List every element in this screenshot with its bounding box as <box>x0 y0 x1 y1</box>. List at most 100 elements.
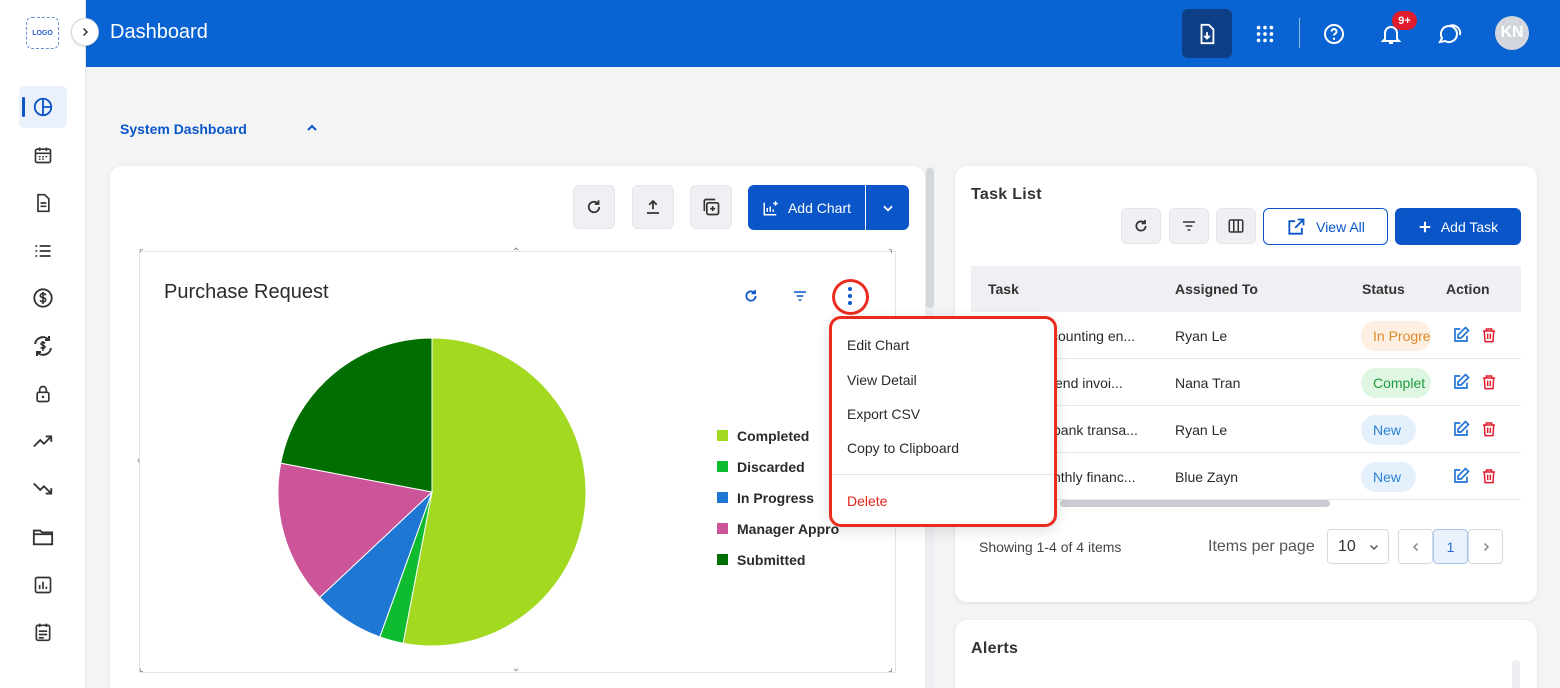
items-per-page-label: Items per page <box>1208 538 1315 555</box>
resize-handle-n[interactable]: ⌃ <box>512 248 520 258</box>
left-rail: LOGO <box>0 0 86 688</box>
refresh-icon <box>1135 220 1147 232</box>
refresh-charts-button[interactable] <box>573 185 615 229</box>
menu-item-view-detail[interactable]: View Detail <box>847 372 917 388</box>
resize-handle-s[interactable]: ⌄ <box>512 664 520 674</box>
trending-up-icon <box>33 435 53 448</box>
refresh-icon <box>745 290 757 302</box>
delete-task-button[interactable] <box>1481 326 1497 347</box>
alerts-title: Alerts <box>971 640 1019 657</box>
list-icon <box>35 245 51 257</box>
task-filter-button[interactable] <box>1169 208 1209 244</box>
download-button[interactable] <box>1182 9 1232 58</box>
external-link-icon <box>1288 218 1305 235</box>
widget-filter-button[interactable] <box>790 287 810 305</box>
rail-item-growth[interactable] <box>19 420 67 462</box>
column-header-task[interactable]: Task <box>988 281 1019 297</box>
rail-item-dashboard[interactable] <box>19 86 67 128</box>
add-chart-icon <box>763 200 778 215</box>
menu-item-copy-clipboard[interactable]: Copy to Clipboard <box>847 440 959 456</box>
edit-task-button[interactable] <box>1452 467 1470 488</box>
resize-handle-nw[interactable]: ⌜ <box>139 250 144 260</box>
chevron-right-icon <box>1483 542 1489 551</box>
next-page-button[interactable] <box>1468 529 1503 564</box>
help-button[interactable] <box>1320 20 1348 48</box>
status-badge: Complet <box>1361 368 1431 398</box>
edit-icon <box>1454 467 1470 483</box>
legend-swatch <box>717 554 728 565</box>
resize-handle-ne[interactable]: ⌝ <box>888 250 893 260</box>
menu-item-edit-chart[interactable]: Edit Chart <box>847 337 909 353</box>
menu-divider <box>832 474 1054 475</box>
table-horizontal-scrollbar[interactable] <box>1060 500 1330 507</box>
legend-item[interactable]: Manager Appro <box>717 513 839 544</box>
filter-icon <box>1183 221 1195 231</box>
delete-task-button[interactable] <box>1481 467 1497 488</box>
rail-item-decline[interactable] <box>19 468 67 510</box>
rail-item-finance[interactable] <box>19 277 67 319</box>
add-task-button[interactable]: Add Task <box>1395 208 1521 245</box>
rail-item-calendar[interactable] <box>19 134 67 176</box>
column-header-assigned[interactable]: Assigned To <box>1175 281 1258 297</box>
add-chart-button[interactable]: Add Chart <box>748 185 865 230</box>
chevron-left-icon <box>1412 542 1418 551</box>
copy-add-icon <box>703 198 720 216</box>
status-badge: New <box>1361 415 1416 445</box>
menu-item-export-csv[interactable]: Export CSV <box>847 406 920 422</box>
chevron-down-icon <box>1369 544 1378 550</box>
resize-handle-se[interactable]: ⌟ <box>888 664 893 674</box>
duplicate-button[interactable] <box>690 185 732 229</box>
rail-item-exchange[interactable] <box>19 325 67 367</box>
section-title[interactable]: System Dashboard <box>120 121 247 137</box>
section-collapse-toggle[interactable] <box>304 120 320 141</box>
chart-context-menu: Edit Chart View Detail Export CSV Copy t… <box>829 316 1057 527</box>
edit-task-button[interactable] <box>1452 326 1470 347</box>
delete-task-button[interactable] <box>1481 420 1497 441</box>
rail-item-reports[interactable] <box>19 564 67 606</box>
task-columns-button[interactable] <box>1216 208 1256 244</box>
rail-item-folders[interactable] <box>19 516 67 558</box>
edit-task-button[interactable] <box>1452 373 1470 394</box>
legend-swatch <box>717 461 728 472</box>
task-assignee: Ryan Le <box>1175 422 1228 438</box>
widget-refresh-button[interactable] <box>742 287 760 305</box>
trash-icon <box>1483 422 1495 437</box>
upload-button[interactable] <box>632 185 674 229</box>
rail-item-documents[interactable] <box>19 182 67 224</box>
legend-item[interactable]: Discarded <box>717 451 839 482</box>
apps-button[interactable] <box>1252 21 1278 47</box>
report-icon <box>34 576 52 594</box>
chart-legend: Completed Discarded In Progress Manager … <box>717 420 839 575</box>
task-list-title: Task List <box>971 186 1042 203</box>
add-chart-dropdown-button[interactable] <box>866 185 909 230</box>
legend-item[interactable]: In Progress <box>717 482 839 513</box>
legend-swatch <box>717 492 728 503</box>
chat-button[interactable] <box>1435 20 1465 48</box>
items-per-page-select[interactable]: 10 <box>1327 529 1389 564</box>
avatar[interactable]: KN <box>1495 16 1529 50</box>
scrollbar-thumb[interactable] <box>926 168 934 308</box>
rail-item-security[interactable] <box>19 373 67 415</box>
chevron-right-icon <box>82 27 89 37</box>
view-all-button[interactable]: View All <box>1263 208 1388 245</box>
column-header-status[interactable]: Status <box>1362 281 1405 297</box>
column-header-action[interactable]: Action <box>1446 281 1490 297</box>
legend-swatch <box>717 430 728 441</box>
highlight-ring <box>832 279 869 315</box>
rail-item-notes[interactable] <box>19 611 67 653</box>
legend-label: In Progress <box>737 489 815 506</box>
menu-item-delete[interactable]: Delete <box>847 493 887 509</box>
expand-sidebar-button[interactable] <box>71 18 99 46</box>
rail-item-list[interactable] <box>19 230 67 272</box>
task-name: send invoi... <box>1048 375 1123 391</box>
delete-task-button[interactable] <box>1481 373 1497 394</box>
alerts-scrollbar[interactable] <box>1512 660 1520 688</box>
task-refresh-button[interactable] <box>1121 208 1161 244</box>
page-button-current[interactable]: 1 <box>1433 529 1468 564</box>
legend-item[interactable]: Completed <box>717 420 839 451</box>
edit-task-button[interactable] <box>1452 420 1470 441</box>
prev-page-button[interactable] <box>1398 529 1433 564</box>
resize-handle-w[interactable]: ‹ <box>137 456 140 466</box>
resize-handle-sw[interactable]: ⌞ <box>139 664 144 674</box>
legend-item[interactable]: Submitted <box>717 544 839 575</box>
